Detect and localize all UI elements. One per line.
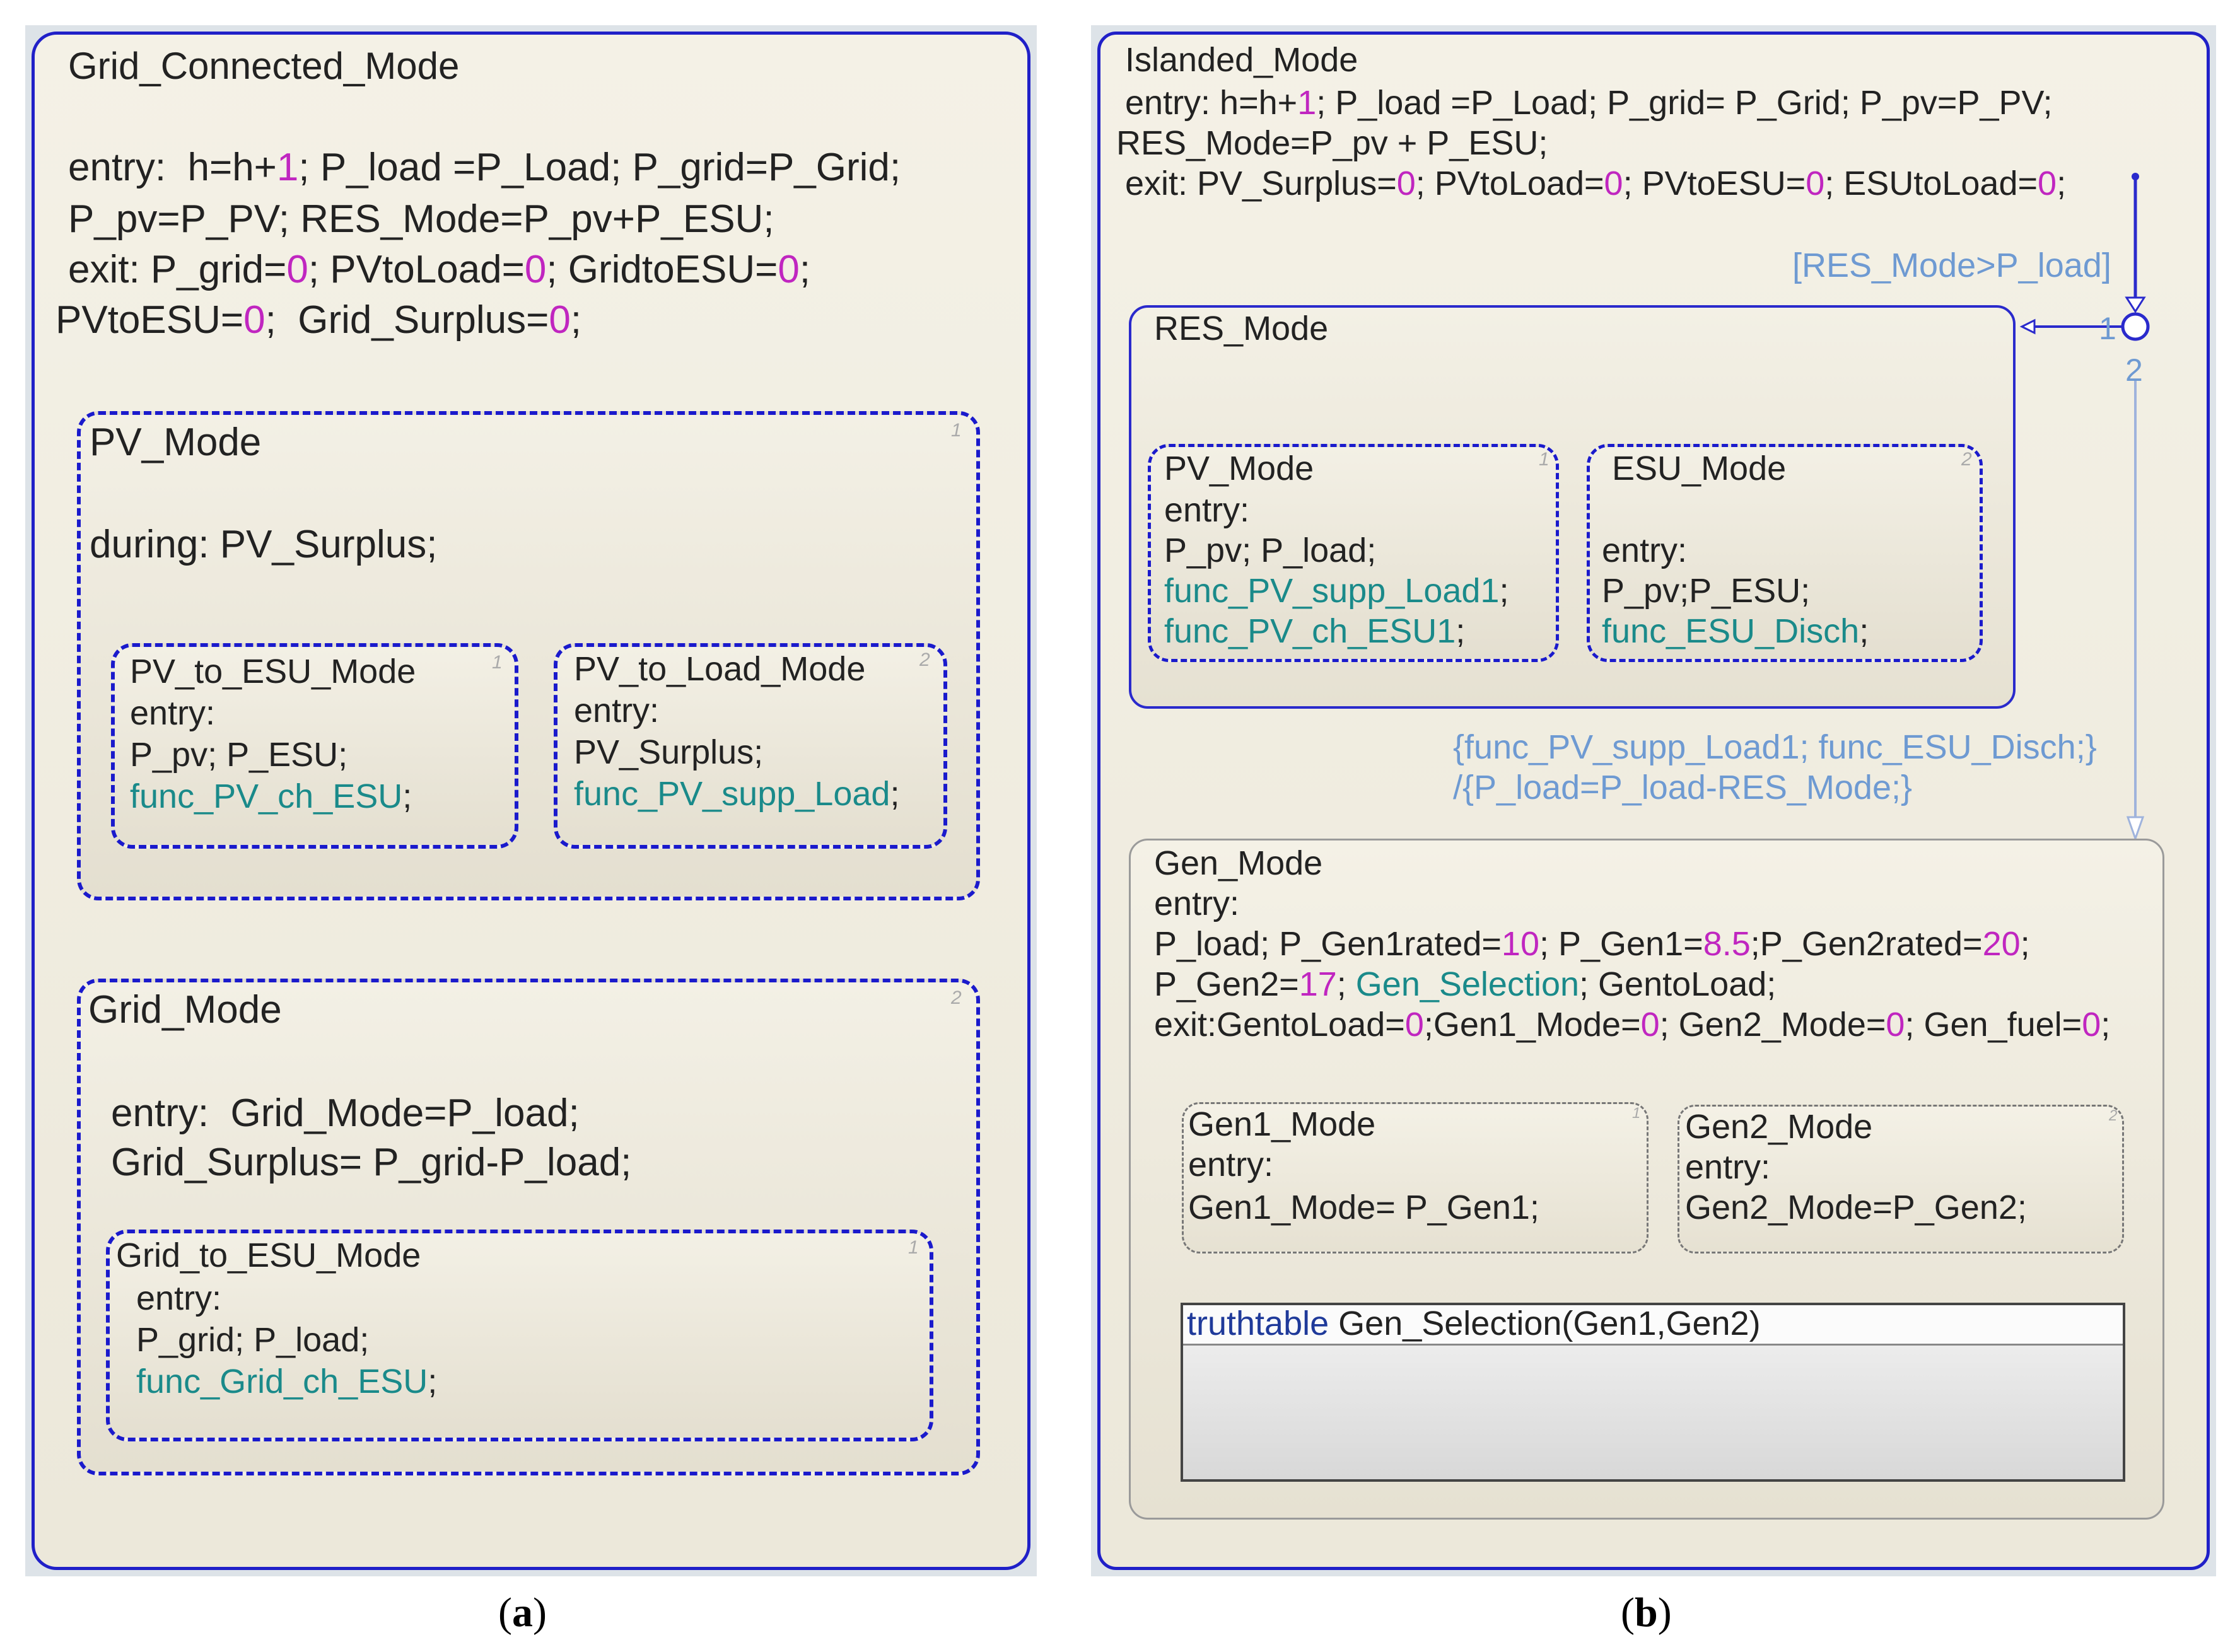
res-esu-mode-title: ESU_Mode [1612,450,1787,487]
gen1-body: Gen1_Mode= P_Gen1; [1188,1189,1539,1226]
gen-mode-title: Gen_Mode [1154,844,1323,882]
gen2-order-number: 2 [2109,1107,2118,1124]
junction-to-res-mode-arrowhead [2019,318,2036,335]
transition-action-line1[interactable]: {func_PV_supp_Load1; func_ESU_Disch;} [1453,728,2097,767]
gen1-entry-label: entry: [1188,1146,1274,1184]
gen-mode-exit-line: exit:GentoLoad=0;Gen1_Mode=0; Gen2_Mode=… [1154,1006,2111,1044]
gen1-order-number: 1 [1632,1105,1641,1122]
res-esu-function: func_ESU_Disch; [1602,612,1869,650]
junction-label-1: 1 [2099,311,2116,346]
gen2-entry-label: entry: [1685,1148,1771,1186]
res-pv-function-1: func_PV_supp_Load1; [1164,572,1509,610]
res-pv-function-2: func_PV_ch_ESU1; [1164,612,1466,650]
res-esu-order-number: 2 [1961,449,1972,470]
gen2-mode-title: Gen2_Mode [1685,1108,1873,1146]
res-mode-title: RES_Mode [1154,310,1329,347]
junction-to-gen-mode-arrowhead [2126,816,2145,842]
transition-condition-label[interactable]: [RES_Mode>P_load] [1792,246,2111,285]
res-pv-mode-title: PV_Mode [1164,450,1314,487]
res-esu-vars: P_pv;P_ESU; [1602,572,1811,610]
res-pv-entry-label: entry: [1164,491,1250,529]
caption-b: (b) [1621,1590,1672,1636]
gen2-body: Gen2_Mode=P_Gen2; [1685,1189,2027,1226]
default-transition-arrowhead [2125,296,2146,313]
gen-mode-entry-label: entry: [1154,885,1240,922]
truthtable-signature: truthtable Gen_Selection(Gen1,Gen2) [1187,1305,1761,1342]
connective-junction[interactable] [2121,312,2150,341]
gen-mode-entry-line2: P_Gen2=17; Gen_Selection; GentoLoad; [1154,965,1777,1003]
res-pv-order-number: 1 [1539,449,1549,470]
junction-label-2: 2 [2125,352,2143,388]
gen1-mode-title: Gen1_Mode [1188,1105,1376,1143]
gen-mode-entry-line1: P_load; P_Gen1rated=10; P_Gen1=8.5;P_Gen… [1154,925,2030,963]
transition-action-line2[interactable]: /{P_load=P_load-RES_Mode;} [1453,768,1912,807]
res-pv-vars: P_pv; P_load; [1164,532,1377,569]
res-esu-entry-label: entry: [1602,532,1688,569]
